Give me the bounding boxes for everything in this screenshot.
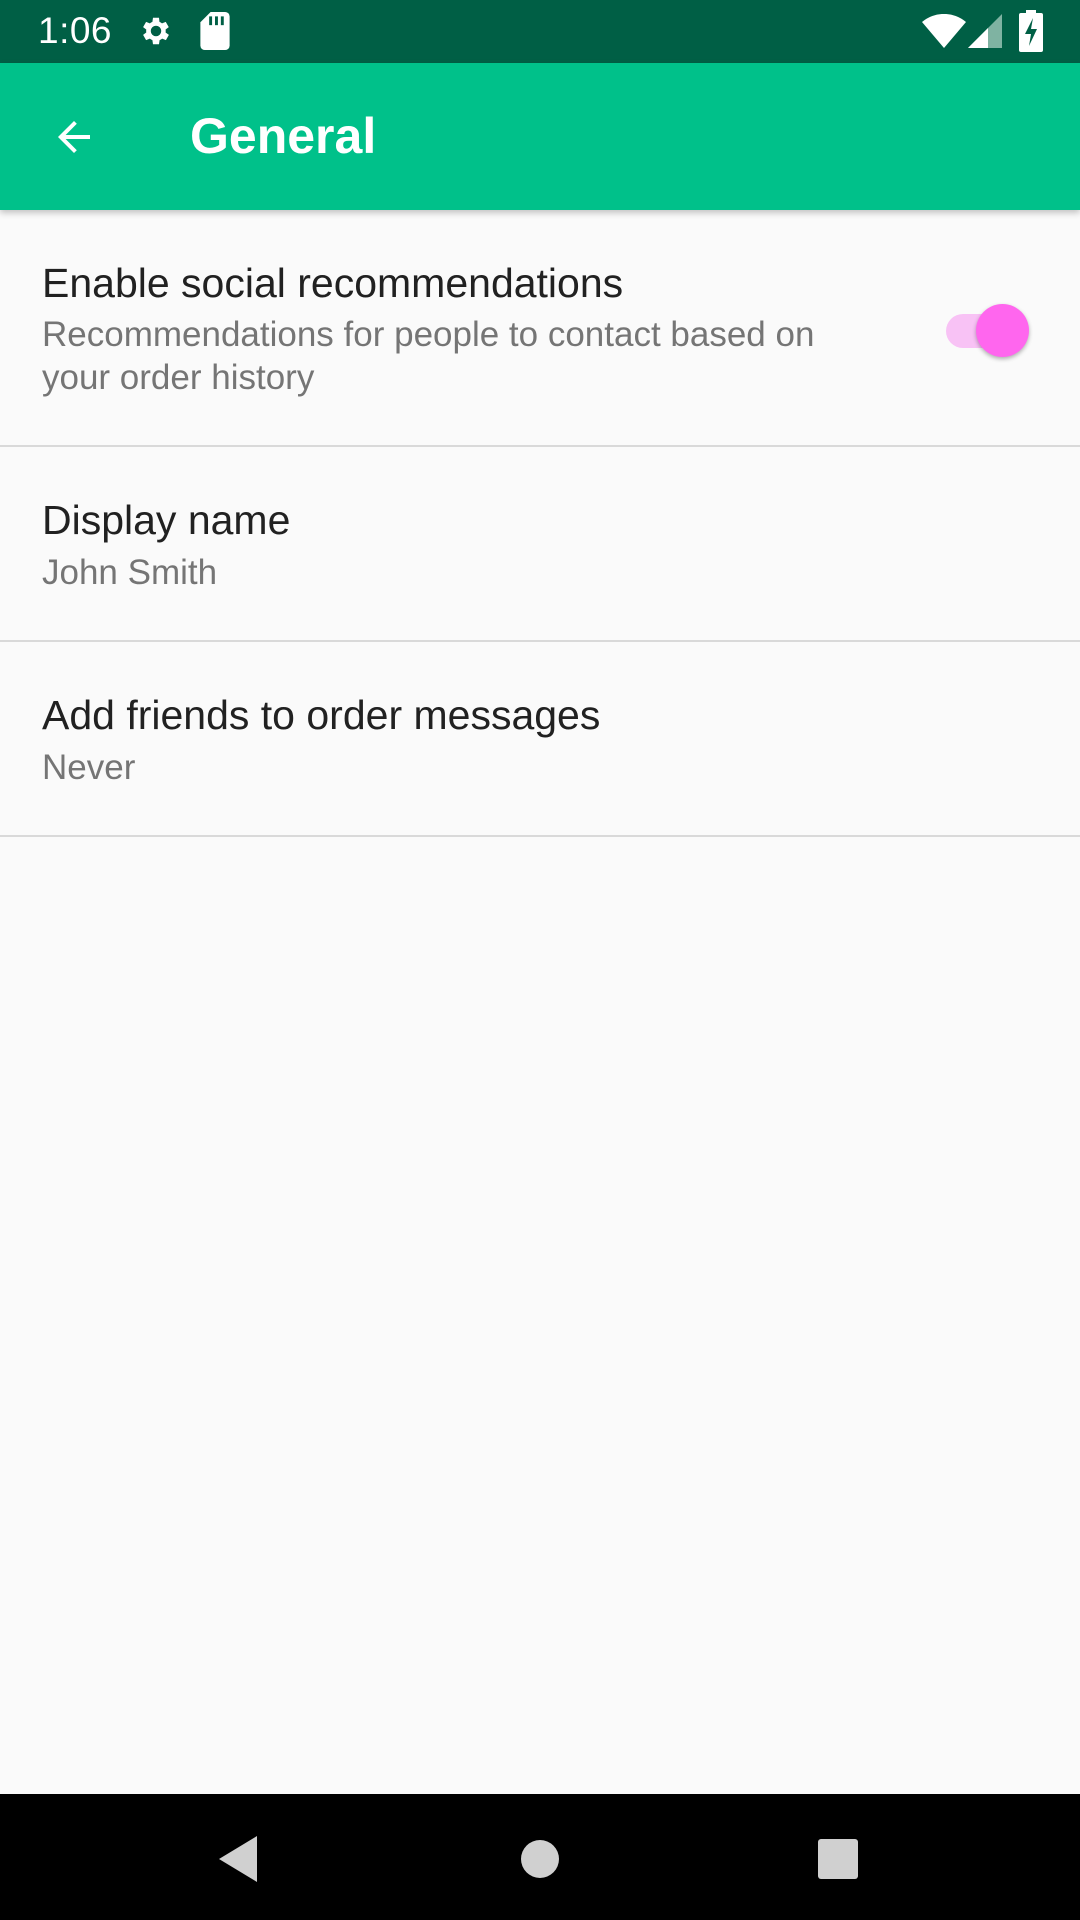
battery-charging-icon <box>1019 10 1043 52</box>
nav-recents-icon <box>818 1839 858 1879</box>
gear-icon <box>143 17 169 45</box>
sd-card-icon <box>200 12 230 50</box>
pref-item-social-recommendations[interactable]: Enable social recommendations Recommenda… <box>0 210 1080 447</box>
preference-list: Enable social recommendations Recommenda… <box>0 210 1080 837</box>
switch-thumb <box>976 304 1029 357</box>
page-title: General <box>190 108 377 164</box>
nav-recents-button[interactable] <box>803 1824 873 1894</box>
status-bar: 1:06 <box>0 0 1080 63</box>
nav-back-button[interactable] <box>204 1824 274 1894</box>
status-time: 1:06 <box>38 10 113 51</box>
pref-summary: Recommendations for people to contact ba… <box>42 315 815 397</box>
pref-item-add-friends[interactable]: Add friends to order messages Never <box>0 642 1080 837</box>
wifi-icon <box>922 14 966 48</box>
nav-home-icon <box>521 1840 559 1878</box>
app-bar: General <box>0 63 1080 210</box>
signal-icon <box>968 14 1002 48</box>
back-button[interactable] <box>30 101 118 173</box>
social-recommendations-switch[interactable] <box>944 299 1030 357</box>
navigation-bar <box>0 1794 1080 1920</box>
screen: 1:06 General Enable social recommendatio… <box>0 0 1080 1920</box>
arrow-left-icon <box>58 121 90 153</box>
nav-home-button[interactable] <box>505 1824 575 1894</box>
pref-summary: John Smith <box>42 553 218 592</box>
pref-title: Enable social recommendations <box>42 260 624 306</box>
pref-title: Add friends to order messages <box>42 692 601 738</box>
pref-title: Display name <box>42 497 291 543</box>
pref-summary: Never <box>42 748 136 787</box>
pref-item-display-name[interactable]: Display name John Smith <box>0 447 1080 642</box>
nav-back-icon <box>219 1836 257 1882</box>
